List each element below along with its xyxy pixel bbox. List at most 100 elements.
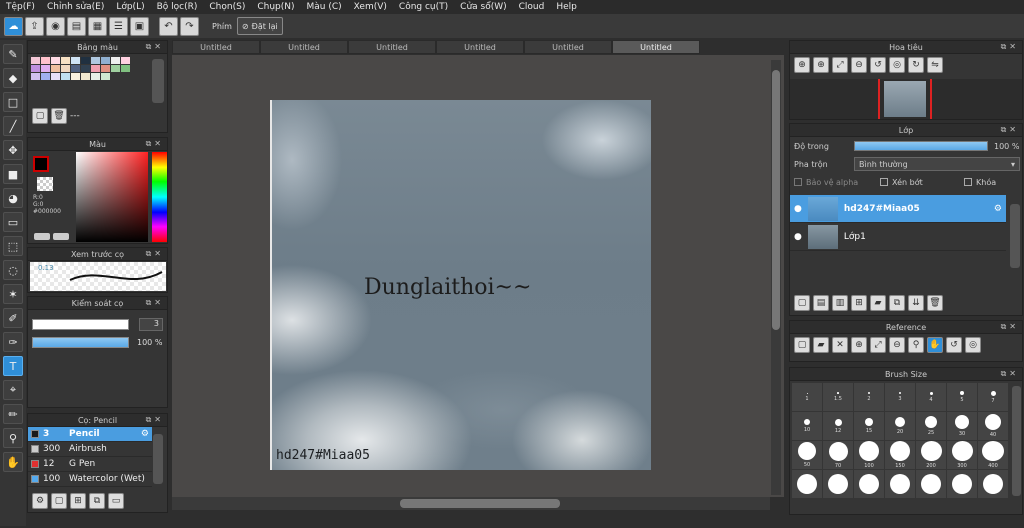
rotate-left-icon[interactable]: ↺ — [870, 57, 886, 73]
clipping-checkbox[interactable] — [880, 178, 888, 186]
flip-icon[interactable]: ⇋ — [927, 57, 943, 73]
palette-swatch[interactable] — [41, 65, 50, 72]
new-layer-8bit-icon[interactable]: ▤ — [813, 295, 829, 311]
palette-swatch[interactable] — [91, 73, 100, 80]
brush-size-cell[interactable]: 1 — [792, 383, 822, 411]
fit-icon[interactable]: ⤢ — [832, 57, 848, 73]
palette-swatch[interactable] — [101, 65, 110, 72]
move-tool-icon[interactable]: ✥ — [3, 140, 23, 160]
operation-tool-icon[interactable]: ⌖ — [3, 380, 23, 400]
palette-swatch[interactable] — [91, 57, 100, 64]
brush-size-cell[interactable]: 70 — [823, 441, 853, 469]
brush-size-cell[interactable]: 3 — [885, 383, 915, 411]
duplicate-layer-icon[interactable]: ⧉ — [889, 295, 905, 311]
palette-swatch[interactable] — [41, 57, 50, 64]
brush-size-cell[interactable]: 100 — [854, 441, 884, 469]
brush-size-cell[interactable]: 400 — [978, 441, 1008, 469]
add-layer-menu-icon[interactable]: ⊞ — [851, 295, 867, 311]
text-tool-icon[interactable]: T — [3, 356, 23, 376]
menu-item[interactable]: Cloud — [513, 0, 551, 14]
brush-size-cell[interactable]: 30 — [947, 412, 977, 440]
eye-icon[interactable]: ● — [794, 232, 802, 242]
document-icon[interactable]: ▤ — [67, 16, 86, 36]
pick-color-icon[interactable] — [53, 233, 69, 240]
tab-untitled[interactable]: Untitled — [436, 40, 524, 54]
palette-swatch[interactable] — [61, 65, 70, 72]
artwork-canvas[interactable]: Dunglaithoi~~ hd247#Miaa05 — [270, 100, 651, 470]
brush-size-cell[interactable] — [916, 470, 946, 498]
layer-opacity-slider[interactable] — [854, 141, 988, 151]
gear-icon[interactable]: ⚙ — [141, 429, 149, 439]
select-tool-icon[interactable]: ⬚ — [3, 236, 23, 256]
palette-swatch[interactable] — [71, 65, 80, 72]
brush-size-cell[interactable]: 12 — [823, 412, 853, 440]
brush-size-cell[interactable] — [978, 470, 1008, 498]
palette-swatch[interactable] — [121, 65, 130, 72]
layer-row[interactable]: ● Lớp1 — [790, 223, 1006, 251]
menu-item[interactable]: Công cụ(T) — [393, 0, 454, 14]
foreground-color[interactable] — [33, 156, 49, 172]
bucket-tool-icon[interactable]: ◕ — [3, 188, 23, 208]
menu-item[interactable]: Lớp(L) — [110, 0, 150, 14]
redo-icon[interactable]: ↷ — [180, 16, 199, 36]
eraser-tool-icon[interactable]: ◆ — [3, 68, 23, 88]
menu-item[interactable]: Cửa sổ(W) — [454, 0, 512, 14]
tab-untitled[interactable]: Untitled — [260, 40, 348, 54]
ref-rotate-icon[interactable]: ↺ — [946, 337, 962, 353]
list-icon[interactable]: ☰ — [109, 16, 128, 36]
palette-swatch[interactable] — [51, 65, 60, 72]
canvas-horizontal-scrollbar[interactable] — [172, 497, 770, 510]
brush-size-cell[interactable]: 200 — [916, 441, 946, 469]
new-layer-1bit-icon[interactable]: ▥ — [832, 295, 848, 311]
brush-size-cell[interactable] — [823, 470, 853, 498]
lasso-tool-icon[interactable]: ◌ — [3, 260, 23, 280]
gear-icon[interactable]: ⚙ — [994, 204, 1002, 214]
delete-layer-icon[interactable]: 🗑 — [927, 295, 943, 311]
save-icon[interactable]: ▣ — [130, 16, 149, 36]
brush-size-cell[interactable]: 7 — [978, 383, 1008, 411]
palette-swatch[interactable] — [91, 65, 100, 72]
cloud-icon[interactable]: ☁ — [4, 16, 23, 36]
brush-size-cell[interactable]: 300 — [947, 441, 977, 469]
brush-size-cell[interactable]: 20 — [885, 412, 915, 440]
panel-close-icon[interactable]: ⧉✕ — [146, 298, 164, 308]
brush-size-cell[interactable]: 25 — [916, 412, 946, 440]
undo-icon[interactable]: ↶ — [159, 16, 178, 36]
menu-item[interactable]: Xem(V) — [348, 0, 393, 14]
palette-swatch[interactable] — [61, 73, 70, 80]
brush-size-cell[interactable]: 2 — [854, 383, 884, 411]
ref-reset-icon[interactable]: ◎ — [965, 337, 981, 353]
layer-scrollbar[interactable] — [1010, 204, 1020, 268]
brush-size-cell[interactable]: 15 — [854, 412, 884, 440]
fill-rect-tool-icon[interactable]: ■ — [3, 164, 23, 184]
palette-swatch[interactable] — [61, 57, 70, 64]
brush-size-cell[interactable] — [947, 470, 977, 498]
brush-size-cell[interactable] — [885, 470, 915, 498]
divide-tool-icon[interactable]: ✏ — [3, 404, 23, 424]
ref-close-icon[interactable]: ✕ — [832, 337, 848, 353]
brush-size-cell[interactable]: 10 — [792, 412, 822, 440]
palette-swatch[interactable] — [51, 73, 60, 80]
palette-swatch[interactable] — [81, 73, 90, 80]
panel-close-icon[interactable]: ⧉✕ — [1001, 42, 1019, 52]
select-eraser-icon[interactable]: ✑ — [3, 332, 23, 352]
ref-zoom-out-icon[interactable]: ⊖ — [889, 337, 905, 353]
brush-size-cell[interactable] — [854, 470, 884, 498]
menu-item[interactable]: Chọn(S) — [203, 0, 251, 14]
menu-item[interactable]: Chỉnh sửa(E) — [41, 0, 110, 14]
brush-settings-icon[interactable]: ⚙ — [32, 493, 48, 509]
zoom-in-alt-icon[interactable]: ⊕ — [813, 57, 829, 73]
menu-item[interactable]: Màu (C) — [301, 0, 348, 14]
zoom-in-icon[interactable]: ⊕ — [794, 57, 810, 73]
menu-item[interactable]: Bộ lọc(R) — [151, 0, 204, 14]
canvas-area[interactable]: Dunglaithoi~~ hd247#Miaa05 — [172, 55, 784, 497]
rectangle-tool-icon[interactable]: □ — [3, 92, 23, 112]
eye-icon[interactable]: ● — [794, 204, 802, 214]
tab-untitled[interactable]: Untitled — [524, 40, 612, 54]
new-layer-icon[interactable]: ▢ — [794, 295, 810, 311]
brush-size-cell[interactable]: 4 — [916, 383, 946, 411]
brush-tool-icon[interactable]: ✎ — [3, 44, 23, 64]
palette-swatch[interactable] — [51, 57, 60, 64]
brush-opacity-slider[interactable] — [32, 337, 129, 348]
brush-size-cell[interactable]: 5 — [947, 383, 977, 411]
